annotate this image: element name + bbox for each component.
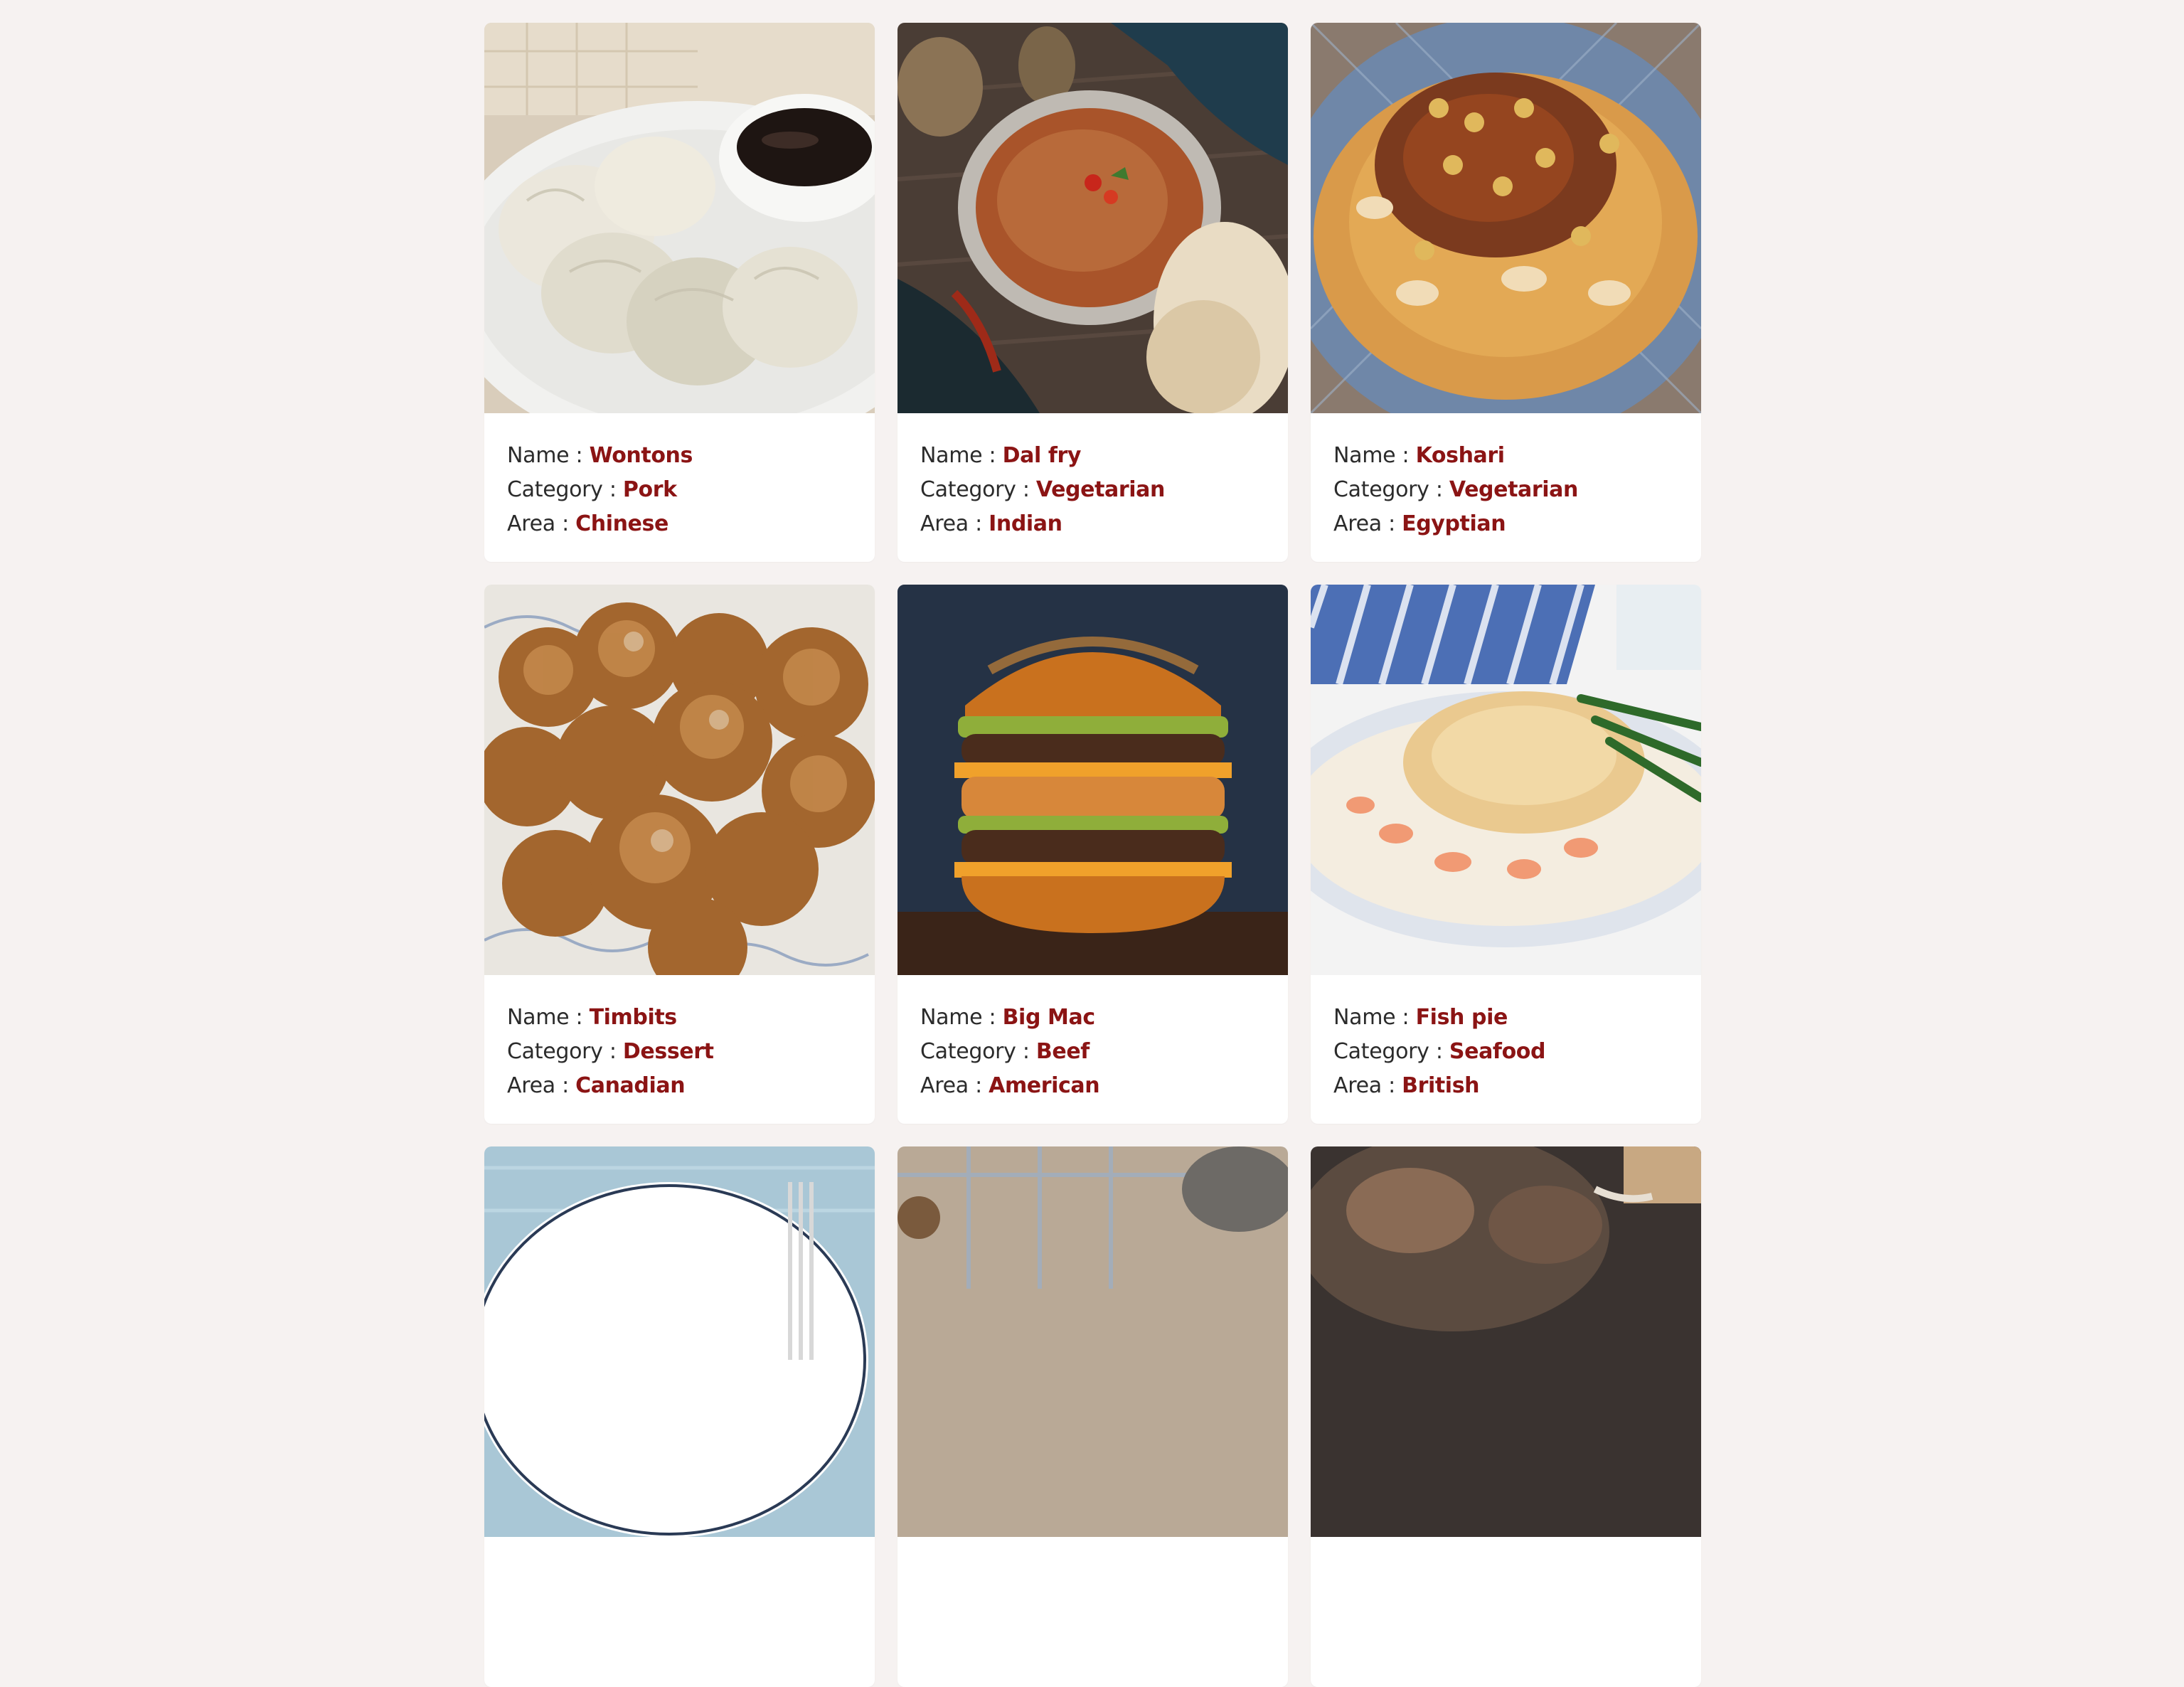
meal-info: Name : Timbits Category : Dessert Area :… xyxy=(484,975,875,1103)
meal-name: Timbits xyxy=(589,1005,678,1030)
meal-name: Wontons xyxy=(589,443,693,468)
meal-category: Pork xyxy=(622,477,677,502)
meal-area: British xyxy=(1402,1073,1480,1098)
meal-card[interactable]: Name : Dal fry Category : Vegetarian Are… xyxy=(897,23,1288,562)
category-label: Category : xyxy=(1333,477,1449,502)
category-label: Category : xyxy=(1333,1039,1449,1064)
meal-category-row: Category : Beef xyxy=(920,1035,1265,1069)
meal-category: Dessert xyxy=(622,1039,714,1064)
donut-holes-photo-icon xyxy=(484,585,875,975)
meal-name-row: Name : Wontons xyxy=(507,439,852,473)
roast-dish-photo-icon xyxy=(1311,1146,1701,1537)
meal-image[interactable] xyxy=(1311,1146,1701,1537)
category-label: Category : xyxy=(507,1039,623,1064)
meal-area: Chinese xyxy=(575,511,668,536)
curry-bowl-photo-icon xyxy=(897,23,1288,413)
meal-name: Koshari xyxy=(1415,443,1505,468)
meal-area: Egyptian xyxy=(1402,511,1506,536)
plate-fork-photo-icon xyxy=(484,1146,875,1537)
meal-name-row: Name : Koshari xyxy=(1333,439,1678,473)
meal-info: Name : Fish pie Category : Seafood Area … xyxy=(1311,975,1701,1103)
meal-info: Name : Wontons Category : Pork Area : Ch… xyxy=(484,413,875,541)
meal-category: Vegetarian xyxy=(1449,477,1578,502)
meal-area-row: Area : American xyxy=(920,1069,1265,1103)
meal-area-row: Area : Egyptian xyxy=(1333,507,1678,541)
meal-area-row: Area : Indian xyxy=(920,507,1265,541)
meal-card[interactable]: Name : Big Mac Category : Beef Area : Am… xyxy=(897,585,1288,1124)
meal-image[interactable] xyxy=(484,23,875,413)
dumplings-photo-icon xyxy=(484,23,875,413)
area-label: Area : xyxy=(920,511,989,536)
meal-area: Canadian xyxy=(575,1073,686,1098)
fish-pie-photo-icon xyxy=(1311,585,1701,975)
name-label: Name : xyxy=(920,443,1003,468)
meal-name-row: Name : Dal fry xyxy=(920,439,1265,473)
meal-image[interactable] xyxy=(897,23,1288,413)
meal-category-row: Category : Seafood xyxy=(1333,1035,1678,1069)
meal-card[interactable]: Name : Fish pie Category : Seafood Area … xyxy=(1311,585,1701,1124)
area-label: Area : xyxy=(1333,1073,1402,1098)
category-label: Category : xyxy=(507,477,623,502)
meal-grid: Name : Wontons Category : Pork Area : Ch… xyxy=(484,23,1702,1687)
meal-image[interactable] xyxy=(1311,23,1701,413)
meal-category: Vegetarian xyxy=(1035,477,1165,502)
meal-name: Big Mac xyxy=(1002,1005,1096,1030)
category-label: Category : xyxy=(920,1039,1036,1064)
meal-image[interactable] xyxy=(484,585,875,975)
meal-category: Beef xyxy=(1035,1039,1090,1064)
meal-card[interactable] xyxy=(897,1146,1288,1687)
meal-card[interactable]: Name : Koshari Category : Vegetarian Are… xyxy=(1311,23,1701,562)
name-label: Name : xyxy=(1333,443,1416,468)
meal-card[interactable]: Name : Timbits Category : Dessert Area :… xyxy=(484,585,875,1124)
name-label: Name : xyxy=(920,1005,1003,1030)
meal-info: Name : Dal fry Category : Vegetarian Are… xyxy=(897,413,1288,541)
meal-name: Dal fry xyxy=(1002,443,1082,468)
meal-info: Name : Big Mac Category : Beef Area : Am… xyxy=(897,975,1288,1103)
kitchen-table-photo-icon xyxy=(897,1146,1288,1537)
meal-category: Seafood xyxy=(1449,1039,1546,1064)
meal-card[interactable]: Name : Wontons Category : Pork Area : Ch… xyxy=(484,23,875,562)
name-label: Name : xyxy=(507,1005,590,1030)
meal-image[interactable] xyxy=(897,1146,1288,1537)
meal-area-row: Area : Canadian xyxy=(507,1069,852,1103)
meal-category-row: Category : Vegetarian xyxy=(920,473,1265,507)
meal-info: Name : Koshari Category : Vegetarian Are… xyxy=(1311,413,1701,541)
meal-category-row: Category : Dessert xyxy=(507,1035,852,1069)
area-label: Area : xyxy=(920,1073,989,1098)
meal-image[interactable] xyxy=(1311,585,1701,975)
category-label: Category : xyxy=(920,477,1036,502)
meal-area: American xyxy=(989,1073,1100,1098)
meal-area-row: Area : Chinese xyxy=(507,507,852,541)
meal-image[interactable] xyxy=(897,585,1288,975)
name-label: Name : xyxy=(507,443,590,468)
area-label: Area : xyxy=(507,1073,576,1098)
meal-area-row: Area : British xyxy=(1333,1069,1678,1103)
burger-photo-icon xyxy=(897,585,1288,975)
meal-name-row: Name : Big Mac xyxy=(920,1001,1265,1035)
area-label: Area : xyxy=(1333,511,1402,536)
meal-name: Fish pie xyxy=(1415,1005,1508,1030)
meal-name-row: Name : Timbits xyxy=(507,1001,852,1035)
meal-card[interactable] xyxy=(1311,1146,1701,1687)
meal-image[interactable] xyxy=(484,1146,875,1537)
meal-area: Indian xyxy=(989,511,1062,536)
meal-category-row: Category : Pork xyxy=(507,473,852,507)
meal-card[interactable] xyxy=(484,1146,875,1687)
meal-name-row: Name : Fish pie xyxy=(1333,1001,1678,1035)
meal-category-row: Category : Vegetarian xyxy=(1333,473,1678,507)
rice-pasta-plate-photo-icon xyxy=(1311,23,1701,413)
name-label: Name : xyxy=(1333,1005,1416,1030)
area-label: Area : xyxy=(507,511,576,536)
